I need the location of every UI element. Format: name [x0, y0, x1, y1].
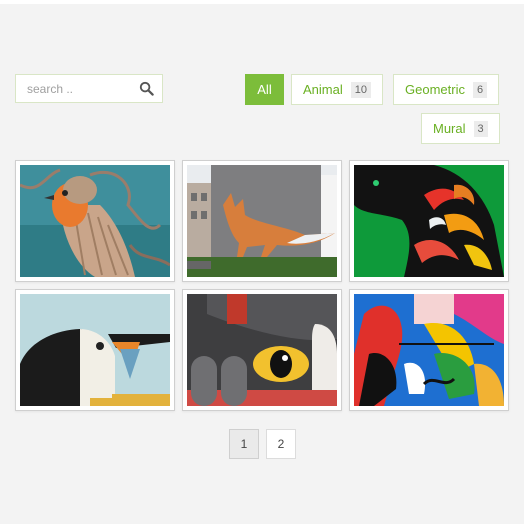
filter-geometric-button[interactable]: Geometric 6	[393, 74, 500, 105]
gallery-item-toucan[interactable]	[15, 289, 175, 411]
gallery-item-geometric-eye[interactable]	[182, 289, 342, 411]
page-number: 2	[277, 437, 285, 451]
filter-count-badge: 6	[472, 81, 488, 98]
gallery-item-abstract-figure[interactable]	[349, 289, 509, 411]
search-box	[15, 74, 163, 103]
filter-label: Animal	[303, 82, 343, 97]
page-number: 1	[240, 437, 248, 451]
robin-artwork-image	[20, 165, 170, 277]
pagination-page-2[interactable]: 2	[266, 429, 296, 459]
filter-count-badge: 3	[473, 120, 488, 137]
filter-label: Geometric	[405, 82, 465, 97]
panther-artwork-image	[354, 165, 504, 277]
search-input[interactable]	[16, 75, 131, 102]
gallery-item-robin[interactable]	[15, 160, 175, 282]
toucan-artwork-image	[20, 294, 170, 406]
fox-mural-image	[187, 165, 337, 277]
pagination-page-1[interactable]: 1	[229, 429, 259, 459]
filter-label: All	[257, 82, 272, 97]
filter-animal-button[interactable]: Animal 10	[291, 74, 383, 105]
abstract-figure-image	[354, 294, 504, 406]
filter-count-badge: 10	[350, 81, 371, 98]
filter-label: Mural	[433, 121, 466, 136]
search-icon[interactable]	[139, 81, 154, 96]
top-strip	[0, 0, 524, 4]
filter-all-button[interactable]: All	[245, 74, 284, 105]
gallery-item-panther[interactable]	[349, 160, 509, 282]
geometric-eye-image	[187, 294, 337, 406]
filter-mural-button[interactable]: Mural 3	[421, 113, 500, 144]
gallery-item-fox-mural[interactable]	[182, 160, 342, 282]
